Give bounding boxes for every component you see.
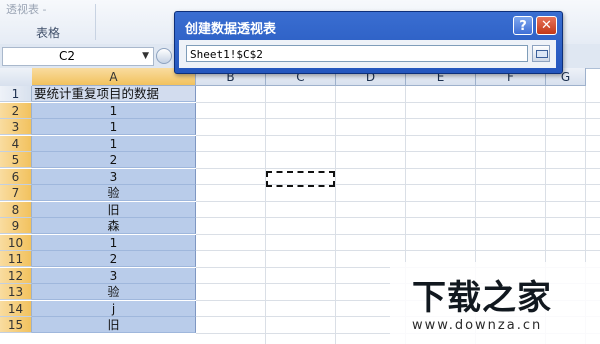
cell-a[interactable]: 旧	[32, 201, 196, 218]
gridline	[196, 118, 600, 119]
gridline	[196, 250, 600, 251]
gridline	[265, 86, 266, 344]
row-header[interactable]: 10	[0, 234, 32, 251]
row-header[interactable]: 8	[0, 201, 32, 218]
column-header-a[interactable]: A	[32, 68, 196, 86]
watermark-title: 下载之家	[412, 278, 552, 318]
cell-a[interactable]: 验	[32, 284, 196, 300]
cell-a[interactable]: 3	[32, 267, 196, 284]
cell-a[interactable]: 旧	[32, 317, 196, 333]
watermark: 下载之家 www.downza.cn	[390, 262, 600, 344]
row-header[interactable]: 3	[0, 119, 32, 135]
name-box[interactable]: C2 ▼	[2, 47, 154, 66]
chevron-down-icon[interactable]: ▼	[142, 48, 149, 65]
help-icon[interactable]: ?	[513, 16, 533, 35]
gridline	[196, 200, 600, 202]
collapse-dialog-icon[interactable]	[532, 45, 550, 62]
gridline	[196, 134, 600, 136]
ribbon-group-label: 表格	[36, 26, 61, 40]
name-box-value: C2	[59, 49, 76, 63]
gridline	[196, 167, 600, 169]
close-icon[interactable]: ✕	[536, 16, 557, 35]
cell-a[interactable]: 2	[32, 152, 196, 168]
cell-a[interactable]: 1	[32, 102, 196, 119]
gridline	[335, 86, 336, 344]
dialog-title: 创建数据透视表	[185, 22, 277, 37]
cell-a[interactable]: 要统计重复项目的数据	[32, 86, 196, 102]
watermark-url: www.downza.cn	[412, 318, 543, 333]
range-input[interactable]: Sheet1!$C$2	[186, 45, 528, 62]
row-header[interactable]: 15	[0, 317, 32, 333]
select-all-corner[interactable]	[0, 68, 33, 87]
cell-a[interactable]: 森	[32, 218, 196, 234]
ribbon-separator	[95, 4, 96, 40]
row-header[interactable]: 1	[0, 86, 32, 102]
row-header[interactable]: 2	[0, 102, 32, 119]
row-header[interactable]: 14	[0, 300, 32, 317]
cell-a[interactable]: 1	[32, 119, 196, 135]
row-header[interactable]: 4	[0, 135, 32, 152]
row-header[interactable]: 7	[0, 185, 32, 201]
cell-a[interactable]: 1	[32, 234, 196, 251]
cell-a[interactable]: 2	[32, 251, 196, 267]
gridline	[196, 233, 600, 235]
row-header[interactable]: 6	[0, 168, 32, 185]
cell-a[interactable]: 1	[32, 135, 196, 152]
ribbon-tool-label: 透视表 -	[6, 3, 47, 16]
cell-a[interactable]: 验	[32, 185, 196, 201]
gridline	[196, 101, 600, 103]
selection-marquee	[266, 171, 335, 187]
cell-a[interactable]: j	[32, 300, 196, 317]
row-header[interactable]: 11	[0, 251, 32, 267]
row-header[interactable]: 9	[0, 218, 32, 234]
formula-button[interactable]	[156, 48, 172, 64]
gridline	[196, 184, 600, 185]
dialog-body: Sheet1!$C$2	[179, 40, 556, 68]
gridline	[196, 217, 600, 218]
create-pivot-table-dialog: 创建数据透视表 ? ✕ Sheet1!$C$2	[174, 11, 563, 74]
row-header[interactable]: 13	[0, 284, 32, 300]
gridline	[196, 151, 600, 152]
cell-a[interactable]: 3	[32, 168, 196, 185]
row-header[interactable]: 5	[0, 152, 32, 168]
row-header[interactable]: 12	[0, 267, 32, 284]
